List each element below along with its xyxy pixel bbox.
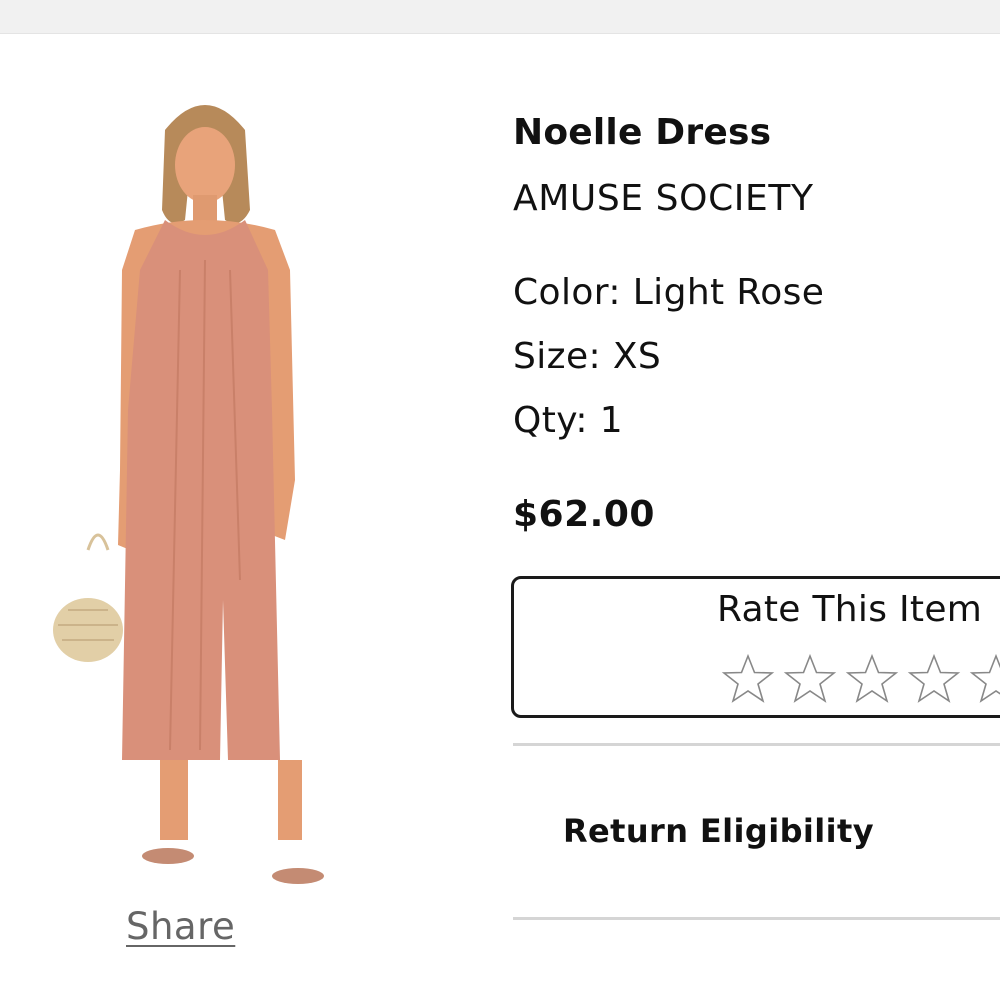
product-image[interactable] bbox=[40, 80, 370, 905]
rate-item-box: Rate This Item bbox=[511, 576, 1000, 718]
star-rating[interactable] bbox=[721, 653, 1000, 711]
star-icon-4[interactable] bbox=[907, 653, 961, 707]
product-size: Size: XS bbox=[513, 336, 662, 377]
star-icon-5[interactable] bbox=[969, 653, 1000, 707]
divider bbox=[513, 743, 1000, 746]
rate-item-title: Rate This Item bbox=[717, 589, 983, 630]
product-quantity: Qty: 1 bbox=[513, 400, 624, 441]
product-price: $62.00 bbox=[513, 494, 655, 535]
return-eligibility-link[interactable]: Return Eligibility bbox=[563, 812, 874, 850]
top-bar bbox=[0, 0, 1000, 34]
star-icon-3[interactable] bbox=[845, 653, 899, 707]
product-title: Noelle Dress bbox=[513, 112, 772, 153]
share-link[interactable]: Share bbox=[126, 905, 235, 948]
star-icon-1[interactable] bbox=[721, 653, 775, 707]
product-color: Color: Light Rose bbox=[513, 272, 825, 313]
product-brand[interactable]: AMUSE SOCIETY bbox=[513, 178, 814, 219]
divider bbox=[513, 917, 1000, 920]
star-icon-2[interactable] bbox=[783, 653, 837, 707]
